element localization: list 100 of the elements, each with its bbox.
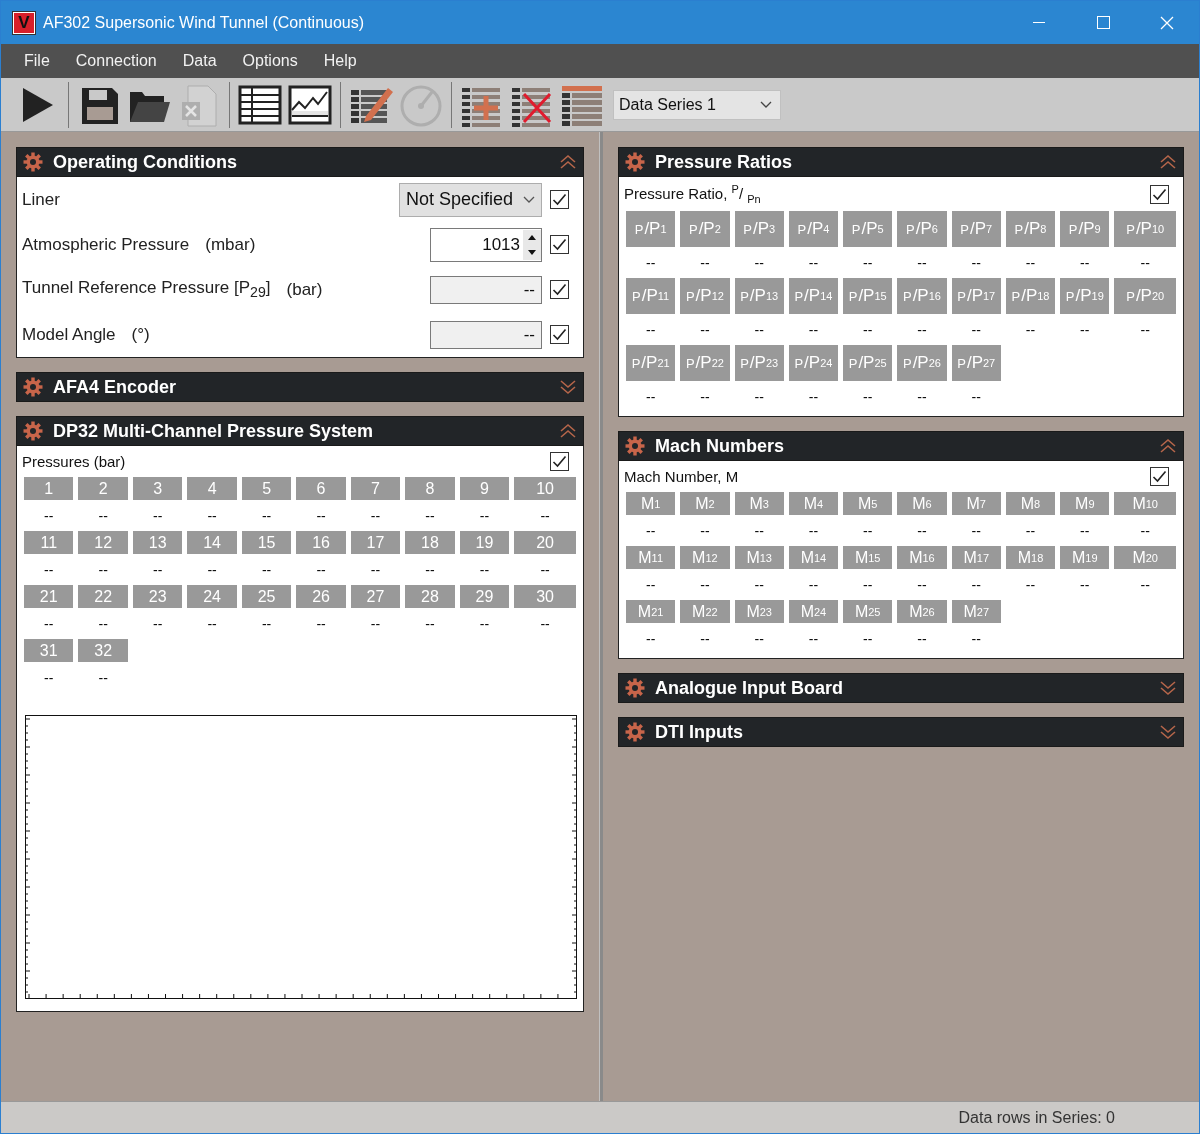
channel-value: -- (260, 614, 273, 634)
collapse-icon[interactable] (1159, 154, 1177, 170)
channel-button[interactable]: 22 (78, 585, 128, 608)
channel-value: -- (862, 629, 874, 649)
field-label: Tunnel Reference Pressure [P$_{29}$] (22, 278, 271, 301)
checkbox[interactable] (550, 235, 569, 254)
channel-button[interactable]: 20 (514, 531, 576, 554)
channel-value: -- (807, 253, 820, 273)
expand-icon[interactable] (1159, 724, 1177, 740)
channel-value: -- (152, 560, 164, 580)
channel-value: -- (260, 506, 273, 526)
channel-button[interactable]: 15 (241, 531, 292, 554)
menu-item[interactable]: Help (310, 52, 370, 70)
panel-header[interactable]: DTI Inputs (618, 717, 1184, 747)
channel-value: -- (539, 506, 551, 526)
channel-value: -- (916, 320, 928, 340)
channel-value: -- (753, 521, 765, 541)
collapse-icon[interactable] (559, 154, 577, 170)
channel-button[interactable]: 2 (78, 477, 128, 500)
checkbox[interactable] (1150, 467, 1169, 486)
channel-value: -- (1139, 521, 1151, 541)
channel-button[interactable]: 27 (350, 585, 401, 608)
channel-value: -- (1139, 575, 1151, 595)
channel-value: -- (807, 629, 820, 649)
field-label: Atmospheric Pressure (22, 234, 190, 255)
panel-header[interactable]: Pressure Ratios (618, 147, 1184, 177)
menu-item[interactable]: Connection (62, 52, 170, 70)
channel-button[interactable]: 3 (132, 477, 183, 500)
collapse-icon[interactable] (1159, 438, 1177, 454)
checkbox[interactable] (550, 190, 569, 209)
channel-value: -- (862, 387, 874, 407)
channel-button[interactable]: 11 (24, 531, 74, 554)
checkbox[interactable] (550, 280, 569, 299)
channel-button[interactable]: 6 (296, 477, 346, 500)
gear-icon (625, 678, 645, 698)
channel-button[interactable]: 29 (459, 585, 510, 608)
checkbox[interactable] (550, 325, 569, 344)
channel-button[interactable]: 4 (187, 477, 237, 500)
panel-header[interactable]: Mach Numbers (618, 431, 1184, 461)
menu-item[interactable]: Options (229, 52, 311, 70)
channel-button[interactable]: 26 (296, 585, 346, 608)
channel-button[interactable]: 23 (132, 585, 183, 608)
panel-header[interactable]: Analogue Input Board (618, 673, 1184, 703)
channel-button[interactable]: 8 (405, 477, 455, 500)
channel-value: -- (753, 629, 765, 649)
window-title: AF302 Supersonic Wind Tunnel (Continuous) (43, 13, 366, 32)
channel-button[interactable]: 17 (350, 531, 401, 554)
panel-header[interactable]: DP32 Multi-Channel Pressure System (16, 416, 584, 446)
channel-value: -- (753, 575, 765, 595)
channel-value: -- (862, 253, 874, 273)
group-label: Pressure Ratio, $^{P}$/ $_{Pn}$ (624, 183, 761, 205)
channel-button[interactable]: 5 (241, 477, 292, 500)
channel-value: -- (807, 320, 820, 340)
menu-item[interactable]: Data (169, 52, 230, 70)
channel-value: -- (970, 575, 982, 595)
gear-icon (625, 152, 645, 172)
channel-value: -- (43, 614, 55, 634)
channel-button[interactable]: 31 (24, 639, 74, 662)
channel-button[interactable]: 18 (405, 531, 455, 554)
expand-icon[interactable] (559, 379, 577, 395)
collapse-icon[interactable] (559, 423, 577, 439)
channel-button[interactable]: 19 (459, 531, 510, 554)
channel-button[interactable]: 24 (187, 585, 237, 608)
channel-value: -- (970, 387, 982, 407)
checkbox[interactable] (550, 452, 569, 471)
channel-button[interactable]: 16 (296, 531, 346, 554)
channel-button[interactable]: 13 (132, 531, 183, 554)
channel-button[interactable]: 9 (459, 477, 510, 500)
series-dropdown[interactable]: Data Series 1 (613, 89, 781, 120)
menu-item[interactable]: File (11, 52, 63, 70)
close-icon[interactable] (1160, 15, 1174, 30)
channel-value: -- (753, 320, 765, 340)
channel-button[interactable]: 12 (78, 531, 128, 554)
channel-value: -- (260, 560, 273, 580)
channel-value: -- (1139, 320, 1151, 340)
channel-value: -- (699, 387, 711, 407)
channel-button[interactable]: 7 (350, 477, 401, 500)
channel-value: -- (478, 506, 491, 526)
channel-value: -- (970, 521, 982, 541)
channel-button[interactable]: 32 (78, 639, 128, 662)
panel-header[interactable]: Operating Conditions (16, 147, 584, 177)
channel-button[interactable]: 1 (24, 477, 74, 500)
gear-icon (625, 722, 645, 742)
minimize-icon[interactable] (1033, 21, 1045, 24)
liner-dropdown[interactable]: Not Specified (399, 182, 542, 217)
checkbox[interactable] (1150, 184, 1169, 204)
channel-value: -- (644, 387, 657, 407)
panel-header[interactable]: AFA4 Encoder (16, 372, 584, 402)
channel-value: -- (1139, 253, 1151, 273)
channel-value: -- (1079, 575, 1091, 595)
channel-button[interactable]: 30 (514, 585, 576, 608)
channel-button[interactable]: 10 (514, 477, 576, 500)
channel-button[interactable]: 14 (187, 531, 237, 554)
number-field[interactable]: 1013 (430, 227, 542, 262)
channel-value: -- (315, 614, 327, 634)
maximize-icon[interactable] (1096, 16, 1110, 29)
channel-button[interactable]: 28 (405, 585, 455, 608)
expand-icon[interactable] (1159, 680, 1177, 696)
channel-button[interactable]: 25 (241, 585, 292, 608)
channel-button[interactable]: 21 (24, 585, 74, 608)
